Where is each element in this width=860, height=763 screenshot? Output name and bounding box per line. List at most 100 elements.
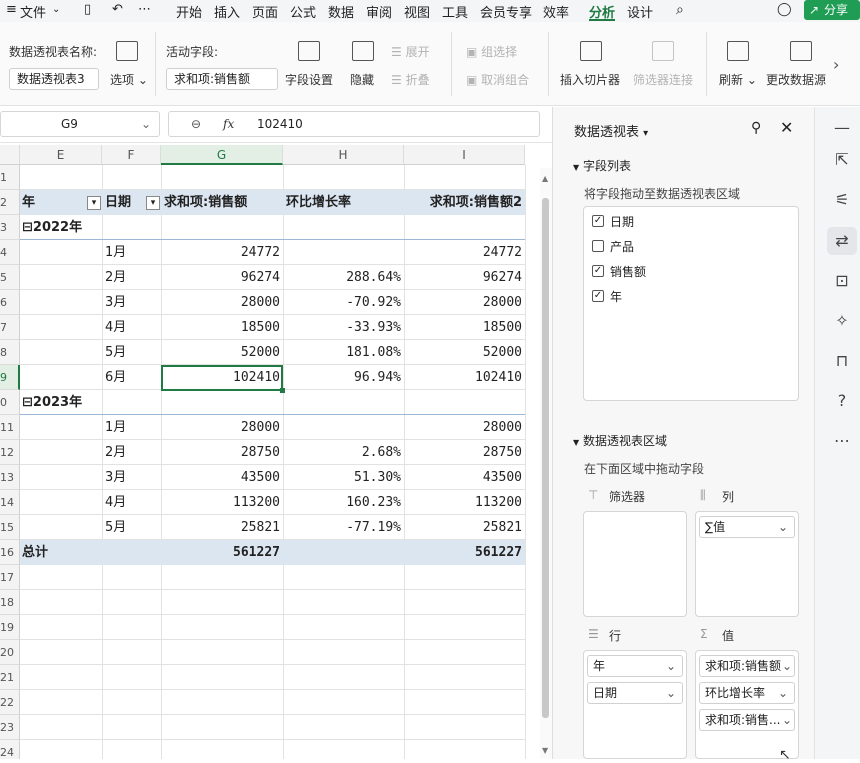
slicer-icon[interactable] xyxy=(580,41,602,61)
group-label[interactable]: ⊟2022年 xyxy=(22,215,162,240)
row-header[interactable]: 22 xyxy=(0,690,20,715)
more-icon[interactable]: ⋯ xyxy=(833,432,851,450)
row-header[interactable]: 16 xyxy=(0,540,20,565)
field-settings-icon[interactable] xyxy=(298,41,320,61)
chevron-right-icon[interactable]: › xyxy=(833,55,839,74)
close-icon[interactable]: ✕ xyxy=(780,118,793,137)
mom-cell[interactable]: 51.30% xyxy=(283,465,404,490)
row-header[interactable]: 1 xyxy=(0,165,20,190)
sales-cell[interactable]: 113200 xyxy=(161,490,283,515)
spreadsheet-grid[interactable]: E F G H I 1 2 3 4 5 6 7 8 9 0 11 12 13 14 15 16 17 18 19 20… xyxy=(0,145,540,759)
chart-icon[interactable]: ⊡ xyxy=(833,272,851,290)
minimize-icon[interactable]: — xyxy=(833,119,851,137)
sales-cell[interactable]: 25821 xyxy=(161,515,283,540)
month-cell[interactable]: 5月 xyxy=(105,515,161,540)
share-button[interactable]: ↗ 分享 xyxy=(804,0,860,20)
menu-member[interactable]: 会员专享 xyxy=(480,2,532,21)
column-header-f[interactable]: F xyxy=(102,145,161,165)
group-selection-button[interactable]: ▣ 组选择 xyxy=(466,43,517,60)
column-header-g[interactable]: G xyxy=(161,145,283,165)
refresh-button[interactable]: 刷新 ⌄ xyxy=(719,71,757,88)
chevron-down-icon[interactable]: ⌄ xyxy=(52,4,60,15)
sales-cell[interactable]: 52000 xyxy=(161,340,283,365)
menu-data[interactable]: 数据 xyxy=(328,2,354,21)
help-icon[interactable]: ? xyxy=(833,392,851,410)
areas-header[interactable]: ▼ 数据透视表区域 xyxy=(573,432,667,449)
sales2-cell[interactable]: 102410 xyxy=(404,365,525,390)
sales-cell[interactable]: 18500 xyxy=(161,315,283,340)
magic-wand-icon[interactable]: ✧ xyxy=(833,312,851,330)
hide-button[interactable]: 隐藏 xyxy=(350,71,374,88)
field-checkbox-date[interactable]: ✓ xyxy=(592,215,604,227)
row-header[interactable]: 14 xyxy=(0,490,20,515)
menu-page[interactable]: 页面 xyxy=(252,2,278,21)
filter-connection-icon[interactable] xyxy=(652,41,674,61)
month-cell[interactable]: 4月 xyxy=(105,490,161,515)
chevron-down-icon[interactable]: ⌄ xyxy=(141,112,151,136)
field-checkbox-year[interactable]: ✓ xyxy=(592,290,604,302)
month-cell[interactable]: 1月 xyxy=(105,240,161,265)
sales2-cell[interactable]: 18500 xyxy=(404,315,525,340)
month-cell[interactable]: 1月 xyxy=(105,415,161,440)
row-header[interactable]: 15 xyxy=(0,515,20,540)
options-icon[interactable] xyxy=(116,41,138,61)
row-header[interactable]: 12 xyxy=(0,440,20,465)
row-header[interactable]: 21 xyxy=(0,665,20,690)
sales2-cell[interactable]: 28000 xyxy=(404,290,525,315)
menu-tools[interactable]: 工具 xyxy=(442,2,468,21)
scrollbar-thumb[interactable] xyxy=(542,198,549,718)
sales2-cell[interactable]: 24772 xyxy=(404,240,525,265)
values-chip-sum-sales2[interactable]: 求和项:销售... ⌄ xyxy=(699,709,795,731)
field-date[interactable]: 日期 xyxy=(610,213,634,230)
vertical-scrollbar[interactable]: ▲ ▼ xyxy=(540,168,552,759)
total-sales[interactable]: 561227 xyxy=(161,540,283,565)
mom-cell[interactable]: -33.93% xyxy=(283,315,404,340)
column-header-e[interactable]: E xyxy=(20,145,102,165)
sales2-cell[interactable]: 113200 xyxy=(404,490,525,515)
mom-cell[interactable]: 288.64% xyxy=(283,265,404,290)
sales-cell[interactable]: 28000 xyxy=(161,290,283,315)
values-chip-mom[interactable]: 环比增长率 ⌄ xyxy=(699,682,795,704)
options-button[interactable]: 选项 ⌄ xyxy=(110,71,148,88)
scroll-up-icon[interactable]: ▲ xyxy=(542,174,548,183)
columns-area-box[interactable]: ∑值 ⌄ xyxy=(695,511,799,617)
pivot-name-input[interactable]: 数据透视表3 xyxy=(9,68,99,90)
field-product[interactable]: 产品 xyxy=(610,238,634,255)
column-header-h[interactable]: H xyxy=(283,145,404,165)
zoom-icon[interactable]: ⊖ xyxy=(191,112,201,136)
sales-cell[interactable]: 28750 xyxy=(161,440,283,465)
fx-icon[interactable]: fx xyxy=(223,112,234,136)
ungroup-button[interactable]: ▣ 取消组合 xyxy=(466,71,529,88)
field-checkbox-product[interactable] xyxy=(592,240,604,252)
filter-area-box[interactable] xyxy=(583,511,687,617)
sales2-cell[interactable]: 43500 xyxy=(404,465,525,490)
field-year[interactable]: 年 xyxy=(610,288,622,305)
row-header[interactable]: 2 xyxy=(0,190,20,215)
row-header[interactable]: 0 xyxy=(0,390,20,415)
mom-cell[interactable]: 160.23% xyxy=(283,490,404,515)
sales-cell[interactable]: 24772 xyxy=(161,240,283,265)
fill-handle[interactable] xyxy=(280,388,285,393)
save-icon[interactable]: ▯ xyxy=(84,2,91,17)
group-label[interactable]: ⊟2023年 xyxy=(22,390,162,415)
formula-input[interactable]: ⊖ fx 102410 xyxy=(168,111,540,137)
month-cell[interactable]: 6月 xyxy=(105,365,161,390)
select-pointer-icon[interactable]: ⇱ xyxy=(833,151,851,169)
field-sales[interactable]: 销售额 xyxy=(610,263,646,280)
row-header[interactable]: 9 xyxy=(0,365,20,390)
change-source-icon[interactable] xyxy=(790,41,812,61)
month-cell[interactable]: 3月 xyxy=(105,290,161,315)
row-header[interactable]: 17 xyxy=(0,565,20,590)
sales2-cell[interactable]: 28000 xyxy=(404,415,525,440)
mom-cell[interactable] xyxy=(283,415,404,440)
field-list-header[interactable]: ▼ 字段列表 xyxy=(573,157,631,174)
rows-chip-year[interactable]: 年 ⌄ xyxy=(587,655,683,677)
active-field-input[interactable]: 求和项:销售额 xyxy=(166,68,278,90)
sales2-cell[interactable]: 96274 xyxy=(404,265,525,290)
field-settings-button[interactable]: 字段设置 xyxy=(285,71,333,88)
filter-connections-button[interactable]: 筛选器连接 xyxy=(633,71,693,88)
row-header[interactable]: 4 xyxy=(0,240,20,265)
month-cell[interactable]: 3月 xyxy=(105,465,161,490)
menu-efficiency[interactable]: 效率 xyxy=(543,2,569,21)
menu-design[interactable]: 设计 xyxy=(627,2,653,21)
